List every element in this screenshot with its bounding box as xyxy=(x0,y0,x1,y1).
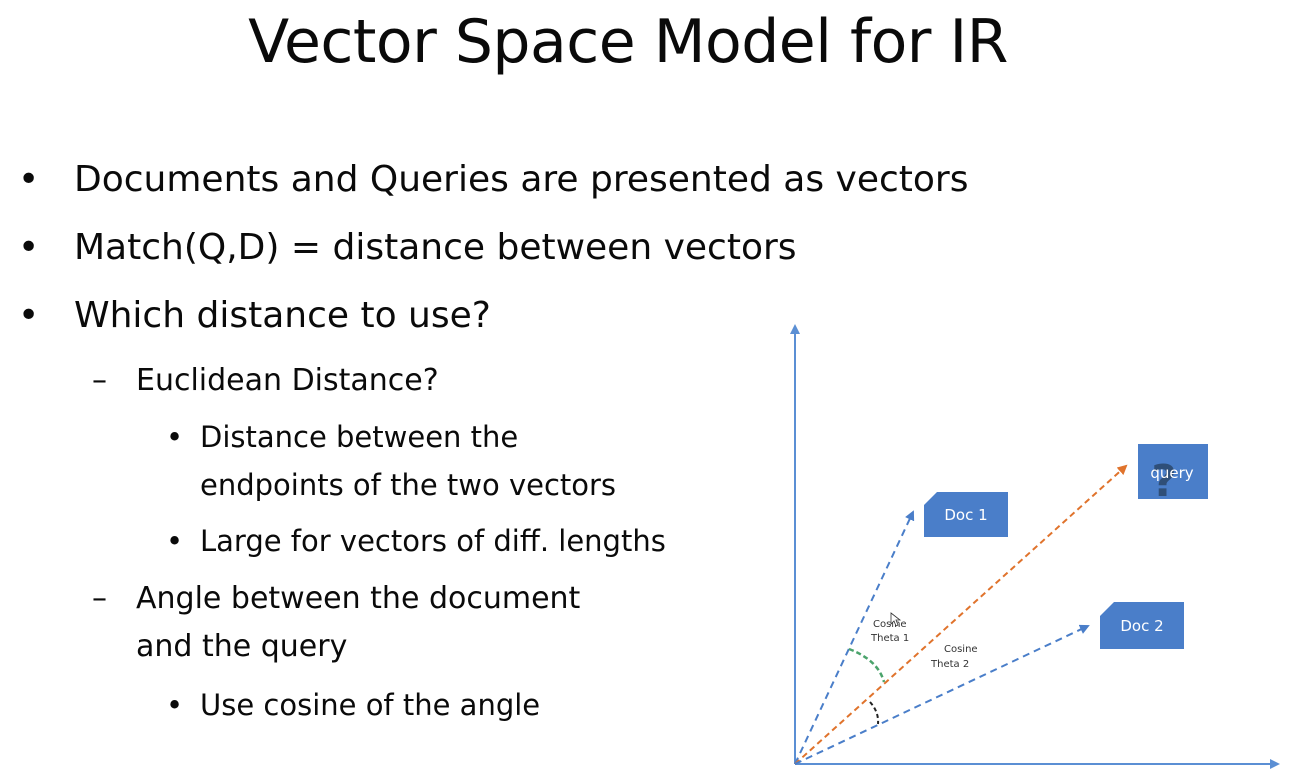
theta1-label-line1: Cosine xyxy=(873,619,907,630)
theta2-arc xyxy=(869,701,880,725)
doc2-box: Doc 2 xyxy=(1100,602,1184,649)
doc1-box: Doc 1 xyxy=(924,492,1008,537)
query-label: query xyxy=(1150,464,1193,482)
theta1-label-line2: Theta 1 xyxy=(870,633,909,644)
vector-diagram: Cosine Theta 1 Cosine Theta 2 Doc 1 Doc … xyxy=(790,324,1280,769)
theta2-label-line2: Theta 2 xyxy=(930,659,969,670)
doc1-label: Doc 1 xyxy=(944,506,987,524)
doc2-label: Doc 2 xyxy=(1120,617,1163,635)
theta1-arc xyxy=(848,647,886,683)
query-box: ? query xyxy=(1138,444,1208,507)
doc2-vector xyxy=(794,624,1090,765)
theta2-label-line1: Cosine xyxy=(944,644,978,655)
